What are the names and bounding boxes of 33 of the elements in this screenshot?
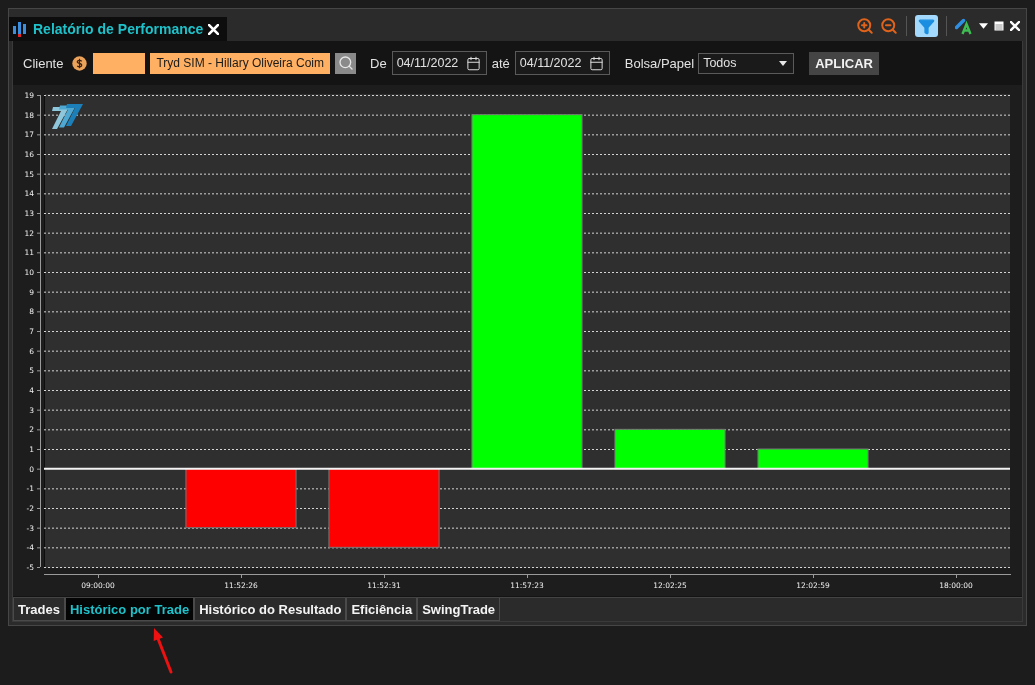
- tab[interactable]: Histórico do Resultado: [194, 598, 347, 621]
- to-label: até: [491, 55, 510, 71]
- tab[interactable]: Histórico por Trade: [64, 598, 195, 621]
- client-code-field[interactable]: [93, 52, 146, 74]
- zoom-in-icon[interactable]: [856, 17, 874, 35]
- dropdown-caret-icon[interactable]: [979, 23, 988, 29]
- pen-letter-icon[interactable]: [955, 17, 973, 35]
- caret-icon[interactable]: [779, 60, 788, 66]
- from-date-field[interactable]: 04/11/2022: [391, 51, 487, 75]
- maximize-icon[interactable]: [994, 21, 1004, 31]
- search-icon: [337, 55, 354, 71]
- bar-chart-icon: [12, 21, 28, 37]
- calendar-icon[interactable]: [465, 55, 481, 71]
- zoom-out-icon[interactable]: [880, 17, 898, 35]
- market-select[interactable]: Todos: [698, 52, 795, 74]
- to-date-field[interactable]: 04/11/2022: [514, 51, 610, 75]
- filter-icon: [918, 17, 935, 35]
- arrow-icon: [152, 626, 174, 674]
- client-name-field[interactable]: Tryd SIM - Hillary Oliveira Coim: [150, 52, 331, 74]
- market-label: Bolsa/Papel: [624, 55, 695, 71]
- calendar-icon[interactable]: [588, 55, 604, 71]
- close-icon[interactable]: [208, 23, 220, 35]
- tab[interactable]: Trades: [13, 598, 65, 621]
- from-label: De: [370, 55, 387, 71]
- apply-button[interactable]: APLICAR: [809, 51, 879, 75]
- coin-icon: [72, 55, 88, 71]
- logo-icon: [52, 104, 83, 129]
- document-tab[interactable]: Relatório de Performance: [9, 17, 228, 41]
- client-label: Cliente: [23, 55, 64, 71]
- search-button[interactable]: [335, 52, 357, 74]
- tab[interactable]: SwingTrade: [417, 598, 501, 621]
- tab[interactable]: Eficiência: [346, 598, 418, 621]
- close-icon[interactable]: [1010, 21, 1020, 31]
